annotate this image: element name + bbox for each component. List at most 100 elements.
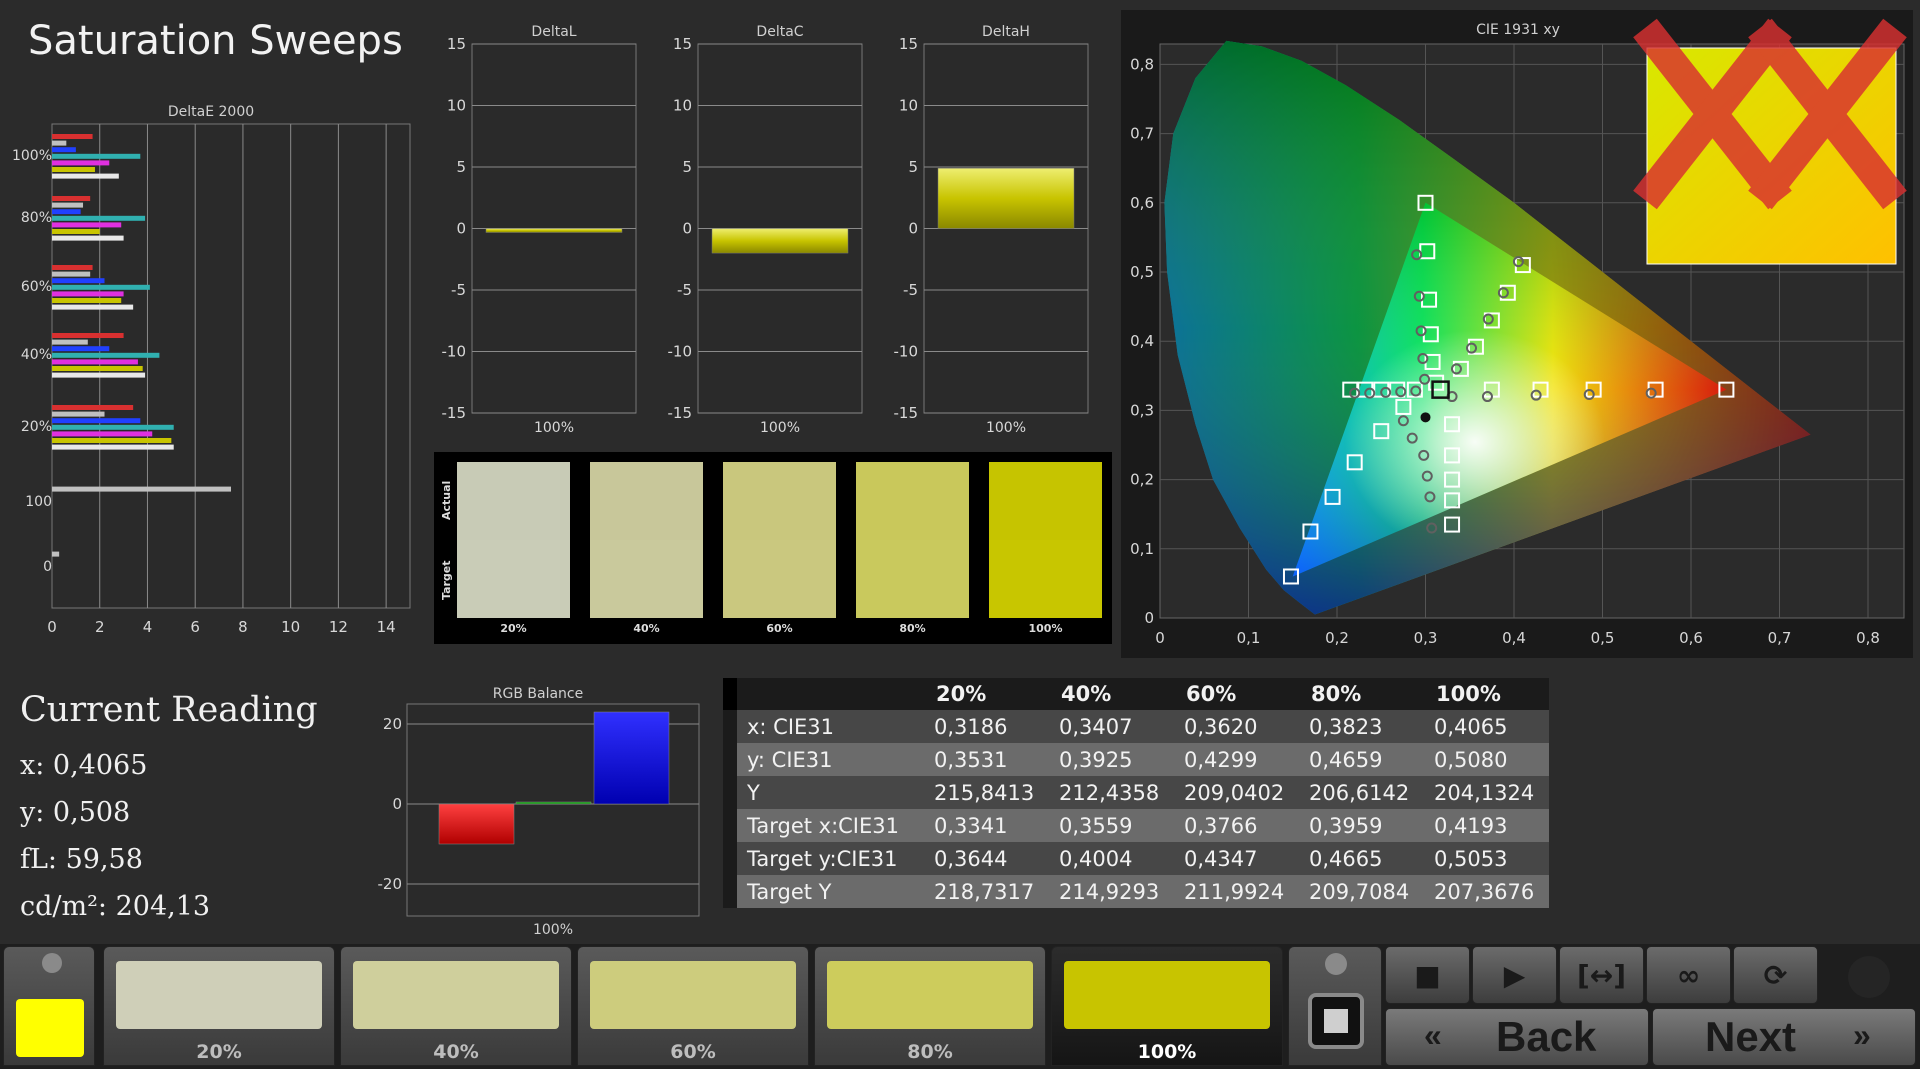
rgb-y-tick: 20 xyxy=(383,715,402,733)
capture-icon[interactable] xyxy=(1308,993,1364,1049)
table-row: Target Y 218,7317 214,9293 211,9924 209,7084… xyxy=(723,875,1549,908)
sweep-tab-label: 20% xyxy=(196,1041,242,1063)
deltae-bar xyxy=(52,222,122,228)
refresh-button[interactable]: ⟳ xyxy=(1733,946,1818,1004)
swatch-target xyxy=(590,540,703,618)
deltae-bar xyxy=(52,160,110,166)
sweep-tab-80[interactable]: 80% xyxy=(814,946,1046,1066)
sweep-tab-swatch xyxy=(827,961,1033,1029)
table-cell: 0,4665 xyxy=(1299,842,1424,875)
table-cell: 0,3620 xyxy=(1174,710,1299,743)
deltae-bar xyxy=(52,304,134,310)
chevron-left-icon: « xyxy=(1424,1017,1442,1053)
delta-y-tick: -15 xyxy=(442,404,467,422)
table-cell: 0,3823 xyxy=(1299,710,1424,743)
table-cell: 0,3959 xyxy=(1299,809,1424,842)
cie-y-tick: 0,6 xyxy=(1130,194,1154,212)
reading-x: x: 0,4065 xyxy=(20,750,148,781)
deltae-bar xyxy=(52,147,76,153)
next-button[interactable]: Next » xyxy=(1652,1008,1916,1066)
table-cell: 0,4347 xyxy=(1174,842,1299,875)
bracket-button[interactable]: [↔] xyxy=(1559,946,1644,1004)
deltae-x-tick: 0 xyxy=(47,618,57,636)
sweep-tab-swatch xyxy=(116,961,322,1029)
color-inset xyxy=(1633,18,1907,265)
deltae-x-tick: 4 xyxy=(143,618,153,636)
swatch-target xyxy=(457,540,570,618)
measurement-table: 20% 40% 60% 80% 100% x: CIE31 0,3186 0,340… xyxy=(723,678,1549,908)
play-button[interactable]: ▶ xyxy=(1472,946,1557,1004)
deltae-bar xyxy=(52,418,141,424)
sweep-tab-60[interactable]: 60% xyxy=(577,946,809,1066)
up-arrow-icon[interactable] xyxy=(42,953,62,973)
delta-y-tick: 5 xyxy=(682,158,692,176)
deltae-bar xyxy=(52,235,124,241)
deltae-bar xyxy=(52,333,124,338)
selected-color-tab[interactable] xyxy=(3,946,95,1066)
delta-y-tick: 10 xyxy=(673,97,692,115)
swatch-label: 20% xyxy=(500,622,526,635)
loop-button[interactable]: ∞ xyxy=(1646,946,1731,1004)
delta-y-tick: 0 xyxy=(682,220,692,238)
swatch-actual xyxy=(723,462,836,540)
deltae-y-label: 20% xyxy=(21,419,52,435)
rgb-y-tick: 0 xyxy=(392,795,402,813)
deltae-bar xyxy=(52,134,93,139)
deltae-title: DeltaE 2000 xyxy=(168,104,254,120)
delta-chart-title: DeltaL xyxy=(531,24,576,40)
stop-icon: ■ xyxy=(1414,958,1441,992)
table-cell: 0,4004 xyxy=(1049,842,1174,875)
capture-tab[interactable] xyxy=(1288,946,1382,1066)
deltae-x-tick: 14 xyxy=(377,618,396,636)
deltae-bar xyxy=(52,298,122,303)
deltae-y-label: 40% xyxy=(21,347,52,363)
swatch-target xyxy=(856,540,969,618)
deltae-x-tick: 10 xyxy=(281,618,300,636)
cie-y-tick: 0,4 xyxy=(1130,332,1154,350)
row-marker xyxy=(723,842,737,875)
deltae-bar xyxy=(52,405,134,410)
table-cell: 0,4299 xyxy=(1174,743,1299,776)
selected-color-swatch xyxy=(16,999,84,1057)
stop-button[interactable]: ■ xyxy=(1385,946,1470,1004)
deltae-chart: DeltaE 2000 100% 80% 60% 40% 20% 100 0 0 2 4 6 8 10… xyxy=(12,104,411,636)
deltae-x-tick: 8 xyxy=(238,618,248,636)
table-cell: 0,3341 xyxy=(924,809,1049,842)
table-header-blank xyxy=(737,678,924,710)
delta-y-tick: -10 xyxy=(894,343,919,361)
current-reading-panel: Current Reading x: 0,4065 y: 0,508 fL: 5… xyxy=(20,690,350,930)
reading-cdm2: cd/m²: 204,13 xyxy=(20,891,211,922)
deltae-bar xyxy=(52,140,67,146)
rgb-red-bar xyxy=(438,803,515,845)
cie-x-tick: 0 xyxy=(1155,629,1165,647)
table-cell: 218,7317 xyxy=(924,875,1049,908)
sweep-tab-swatch xyxy=(353,961,559,1029)
deltae-bar xyxy=(52,291,124,297)
delta-y-tick: -5 xyxy=(451,281,466,299)
row-marker xyxy=(723,710,737,743)
rgb-green-bar xyxy=(515,801,592,805)
sweep-tab-20[interactable]: 20% xyxy=(103,946,335,1066)
table-cell: 0,4193 xyxy=(1424,809,1549,842)
deltae-bar xyxy=(52,372,146,378)
deltae-bar xyxy=(52,366,143,371)
back-button[interactable]: « Back xyxy=(1385,1008,1649,1066)
delta-category-label: 100% xyxy=(534,420,574,436)
table-row: y: CIE31 0,3531 0,3925 0,4299 0,4659 0,5080 xyxy=(723,743,1549,776)
deltae-bar xyxy=(52,229,100,234)
cie-y-tick: 0 xyxy=(1144,609,1154,627)
refresh-icon: ⟳ xyxy=(1763,958,1788,992)
swatch-actual xyxy=(989,462,1102,540)
deltae-bar xyxy=(52,352,160,358)
table-cell: 0,4659 xyxy=(1299,743,1424,776)
table-row-label: Target y:CIE31 xyxy=(737,842,924,875)
delta-chart-title: DeltaC xyxy=(756,24,803,40)
swatch-label: 80% xyxy=(899,622,925,635)
up-arrow-icon[interactable] xyxy=(1325,953,1347,975)
rgb-category-label: 100% xyxy=(533,922,573,938)
sweep-tab-40[interactable]: 40% xyxy=(340,946,572,1066)
delta-chart-deltac: DeltaC 15 10 5 0 -5 -10 -15 100% xyxy=(668,24,863,436)
delta-y-tick: 10 xyxy=(447,97,466,115)
sweep-tab-100[interactable]: 100% xyxy=(1051,946,1283,1066)
table-header-40: 40% xyxy=(1049,678,1174,710)
